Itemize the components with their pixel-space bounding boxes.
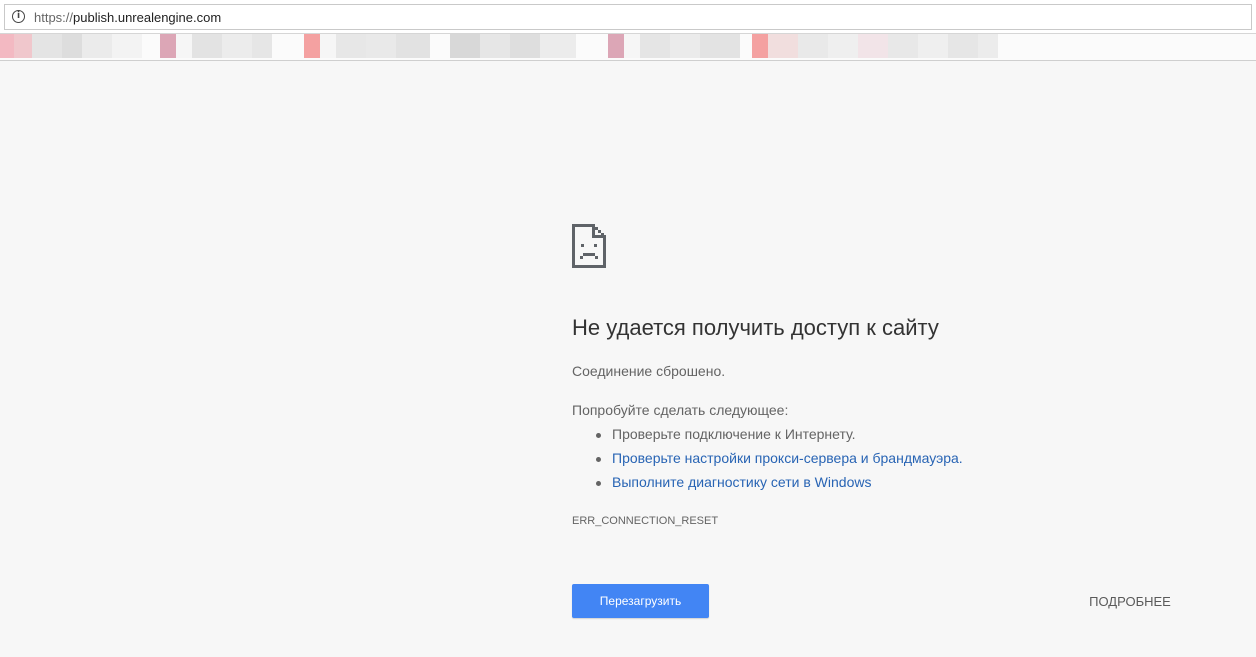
bookmark-item-blurred[interactable] [608,34,740,58]
bookmarks-bar-blurred [0,34,1256,61]
url-host: publish.unrealengine.com [73,10,222,25]
list-bullet [596,433,601,438]
list-bullet [596,457,601,462]
bookmark-item-blurred[interactable] [304,34,430,58]
bookmark-item-blurred[interactable] [450,34,576,58]
info-icon[interactable]: i [12,10,25,23]
error-subtitle: Соединение сброшено. [572,363,726,379]
bookmark-item-blurred[interactable] [160,34,272,58]
omnibox[interactable]: i https://publish.unrealengine.com [4,4,1252,30]
suggestion-check-connection: Проверьте подключение к Интернету. [612,426,856,442]
suggestion-proxy-firewall-link[interactable]: Проверьте настройки прокси-сервера и бра… [612,450,963,466]
url-text[interactable]: https://publish.unrealengine.com [34,10,221,25]
details-button[interactable]: ПОДРОБНЕЕ [1079,592,1181,610]
suggestions-heading: Попробуйте сделать следующее: [572,402,789,418]
bookmark-item-blurred[interactable] [0,34,142,58]
error-title: Не удается получить доступ к сайту [572,315,939,340]
error-code: ERR_CONNECTION_RESET [572,515,719,527]
reload-button[interactable]: Перезагрузить [572,584,709,618]
sad-page-icon [572,224,606,268]
suggestion-network-diagnostics-link[interactable]: Выполните диагностику сети в Windows [612,474,871,490]
browser-address-bar: i https://publish.unrealengine.com [0,0,1256,34]
list-bullet [596,481,601,486]
bookmark-item-blurred[interactable] [752,34,998,58]
url-scheme: https:// [34,10,74,25]
